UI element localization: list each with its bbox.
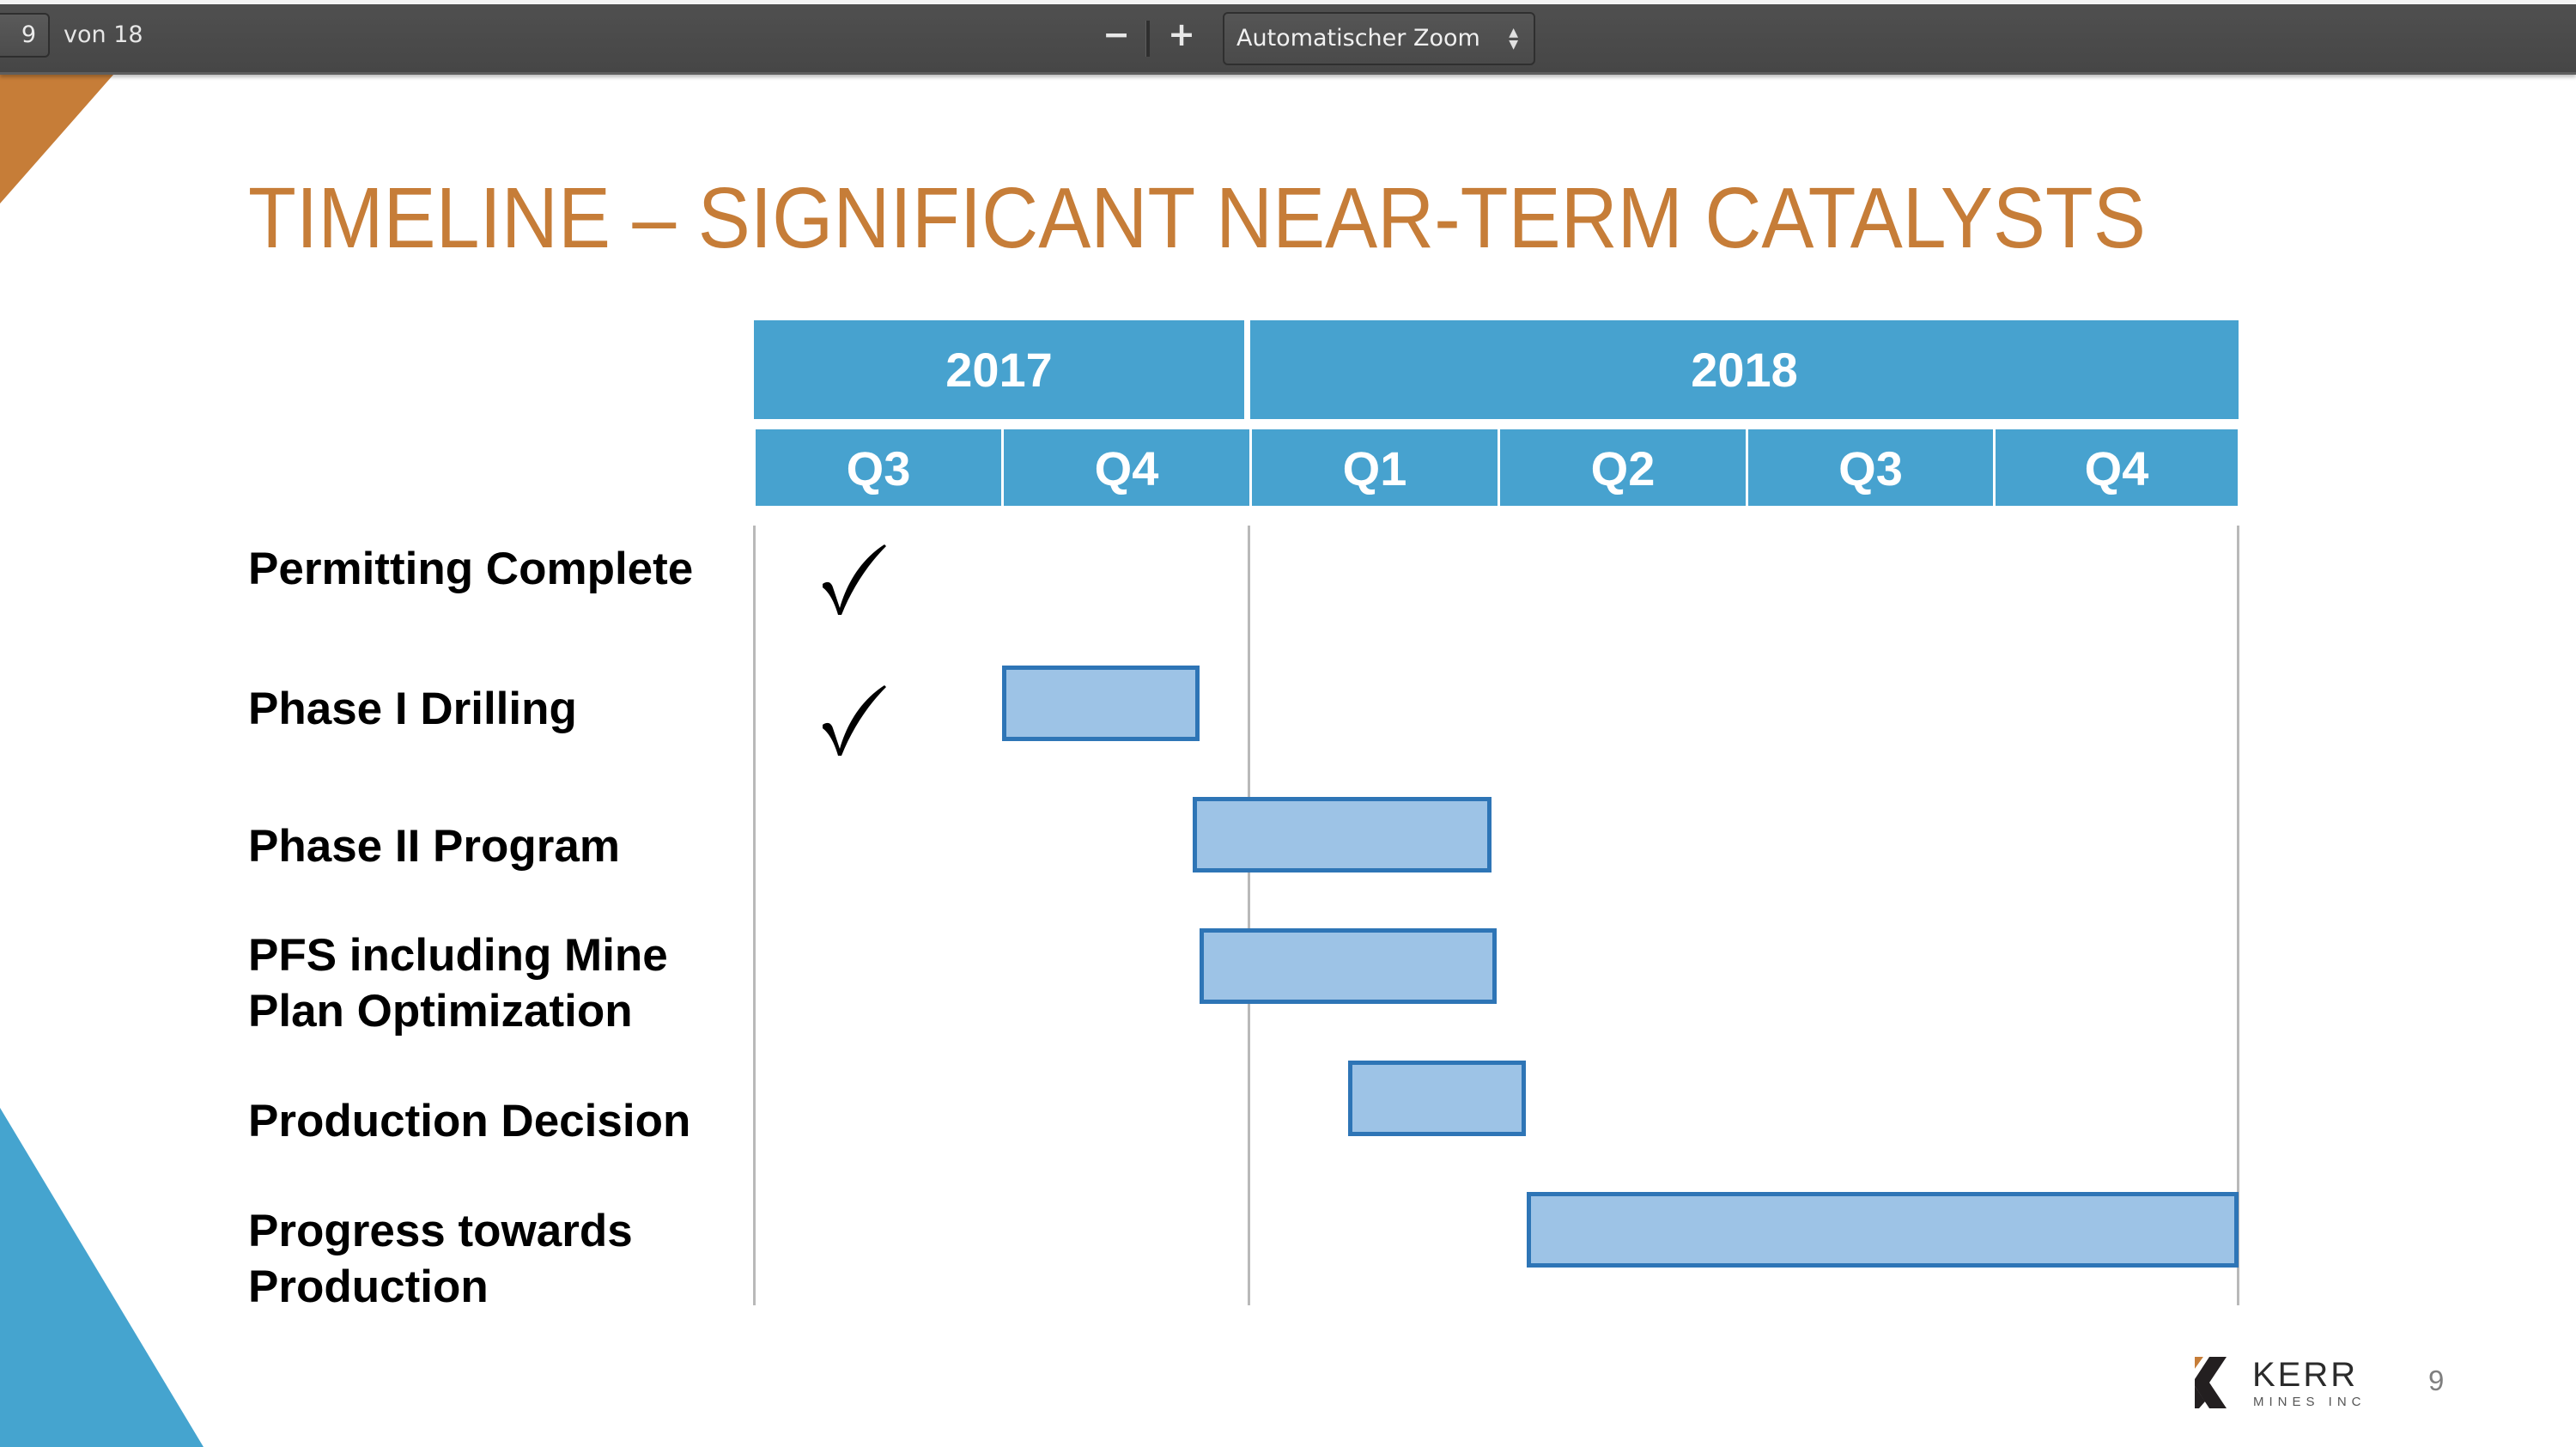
gantt-bar	[1527, 1192, 2239, 1268]
zoom-select-value: Automatischer Zoom	[1236, 25, 1480, 52]
minus-icon: −	[1103, 15, 1130, 53]
gantt-gridline	[2237, 526, 2239, 1305]
slide-title: TIMELINE – SIGNIFICANT NEAR-TERM CATALYS…	[248, 170, 2146, 266]
kerr-mines-logo: KERR MINES INC	[2195, 1357, 2362, 1408]
year-header-2018: 2018	[1250, 320, 2239, 419]
year-header-2017: 2017	[754, 320, 1244, 419]
page-number-input[interactable]: 9	[0, 13, 50, 58]
page-count-label: von 18	[64, 21, 143, 48]
task-label-phase-1-drilling: Phase I Drilling	[248, 684, 577, 734]
logo-name: KERR	[2252, 1357, 2358, 1394]
quarter-header-q4-2018: Q4	[1996, 429, 2238, 506]
task-label-production-decision: Production Decision	[248, 1096, 691, 1146]
checkmark-icon	[823, 685, 886, 756]
quarter-header-q1-2018: Q1	[1252, 429, 1498, 506]
gantt-bar	[1200, 928, 1497, 1004]
task-label-phase-2-program: Phase II Program	[248, 821, 621, 872]
zoom-in-button[interactable]: +	[1164, 15, 1199, 55]
blue-corner-triangle	[0, 1108, 204, 1447]
zoom-select[interactable]: Automatischer Zoom ▲ ▼	[1223, 12, 1535, 65]
gantt-bar	[1193, 797, 1492, 872]
orange-corner-triangle	[0, 75, 113, 204]
plus-icon: +	[1168, 15, 1195, 53]
toolbar-separator	[1145, 21, 1150, 57]
gantt-gridline	[753, 526, 756, 1305]
zoom-out-button[interactable]: −	[1099, 15, 1133, 55]
select-arrows-icon: ▲ ▼	[1509, 26, 1518, 52]
task-label-pfs: PFS including Mine Plan Optimization	[248, 930, 668, 1037]
quarter-header-q3-2018: Q3	[1748, 429, 1993, 506]
gantt-bar	[1002, 666, 1200, 741]
pdf-viewer-toolbar: 9 von 18 − + Automatischer Zoom ▲ ▼	[0, 0, 2576, 75]
gantt-bar	[1348, 1061, 1526, 1136]
logo-subtitle: MINES INC	[2253, 1395, 2362, 1408]
checkmark-icon	[823, 544, 886, 615]
task-label-permitting: Permitting Complete	[248, 544, 694, 594]
quarter-header-q4-2017: Q4	[1004, 429, 1249, 506]
quarter-header-q3-2017: Q3	[756, 429, 1001, 506]
task-label-progress-towards-production: Progress towards Production	[248, 1206, 633, 1312]
quarter-header-q2-2018: Q2	[1500, 429, 1746, 506]
slide-page-number: 9	[2428, 1365, 2445, 1396]
gantt-gridline	[1248, 526, 1250, 1305]
